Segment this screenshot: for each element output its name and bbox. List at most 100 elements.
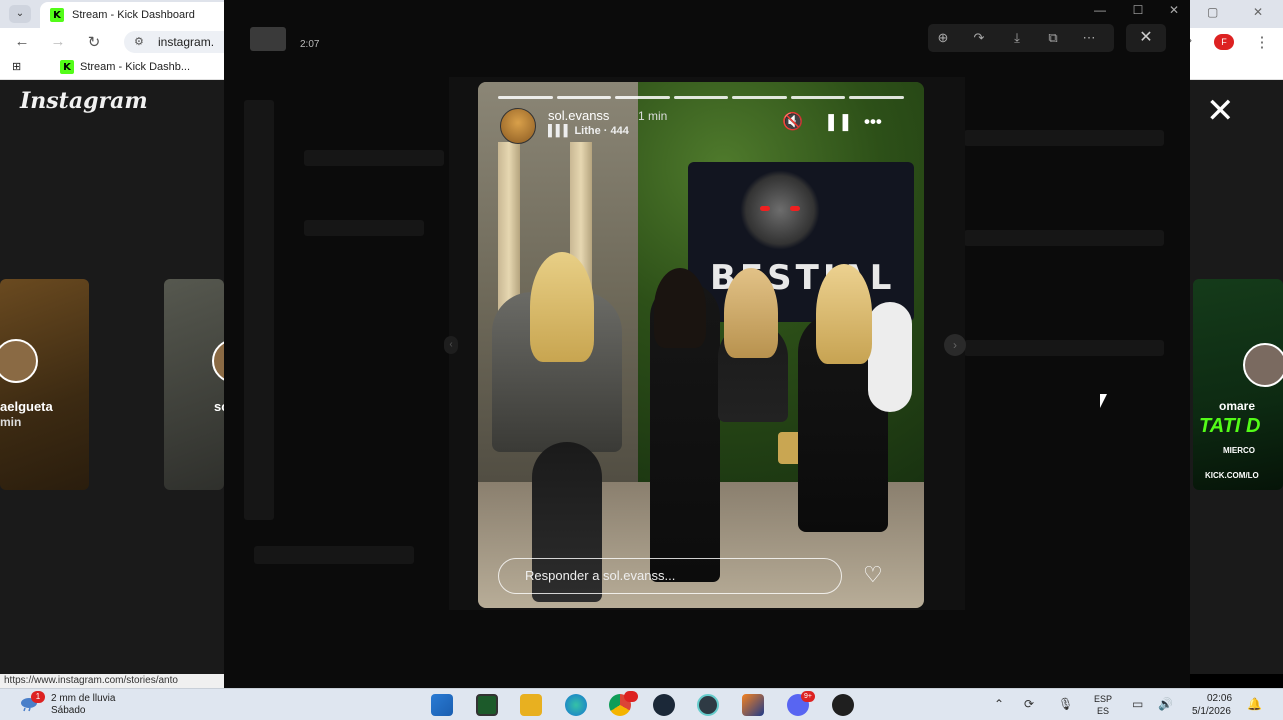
avatar bbox=[212, 339, 224, 383]
story-username[interactable]: sol.evanss bbox=[548, 108, 609, 123]
wolf-eye bbox=[760, 206, 770, 211]
story-music[interactable]: ▌▌▌ Lithe · 444 bbox=[548, 125, 629, 137]
story-card-username: so bbox=[214, 399, 224, 414]
story-progress-bar bbox=[498, 96, 905, 99]
progress-segment bbox=[498, 96, 553, 99]
app-icon[interactable] bbox=[742, 694, 764, 716]
story-card-link: KICK.COM/LO bbox=[1205, 471, 1259, 480]
story-card-username: omare bbox=[1219, 399, 1256, 413]
microphone-icon[interactable]: 🎙 bbox=[1058, 697, 1073, 711]
background-row bbox=[964, 130, 1164, 146]
viewer-titlebar: — ☐ ✕ bbox=[224, 0, 1190, 22]
story-card-subtitle: MIERCO bbox=[1223, 446, 1255, 455]
story-card-username: aelgueta bbox=[0, 399, 53, 414]
background-row bbox=[254, 546, 414, 564]
screen: ⌄ K Stream - Kick Dashboard ▢ ✕ ← → ↻ ⚙ … bbox=[0, 0, 1283, 720]
tab-search-dropdown[interactable]: ⌄ bbox=[9, 5, 31, 23]
browser-tab-kick-dashboard[interactable]: K Stream - Kick Dashboard bbox=[40, 2, 240, 28]
story-card-middle[interactable]: so bbox=[164, 279, 224, 490]
close-icon[interactable]: ✕ bbox=[1206, 94, 1235, 128]
weather-text[interactable]: 2 mm de lluvia bbox=[51, 693, 115, 704]
progress-segment bbox=[615, 96, 670, 99]
clock-time[interactable]: 02:06 bbox=[1207, 693, 1232, 704]
person-4-hair bbox=[816, 264, 872, 364]
share-icon[interactable]: ↷ bbox=[970, 30, 988, 46]
person-3-hair bbox=[724, 268, 778, 358]
story-card-time: min bbox=[0, 415, 22, 429]
clock-date: 5/1/2026 bbox=[1192, 706, 1231, 717]
person-1-hair bbox=[530, 252, 594, 362]
previous-story-icon[interactable]: ‹ bbox=[444, 336, 458, 354]
instagram-logo[interactable]: Instagram bbox=[20, 88, 148, 114]
background-row bbox=[964, 340, 1164, 356]
tray-chevron-icon[interactable]: ⌃ bbox=[994, 697, 1004, 711]
browser-restore-icon[interactable]: ▢ bbox=[1207, 5, 1218, 19]
music-bars-icon: ▌▌▌ bbox=[548, 125, 575, 137]
windows-taskbar: 1 2 mm de lluvia Sábado 9+ ⌃ ⟳ 🎙 ESP ES … bbox=[0, 688, 1283, 720]
site-info-icon[interactable]: ⚙ bbox=[134, 31, 144, 53]
viewer-thumbnail bbox=[250, 27, 286, 51]
start-windows-icon[interactable] bbox=[431, 694, 453, 716]
background-row bbox=[304, 150, 444, 166]
story-card-right[interactable]: omare TATI D MIERCO KICK.COM/LO bbox=[1193, 279, 1283, 490]
progress-segment bbox=[556, 96, 612, 99]
app-icon[interactable] bbox=[697, 694, 719, 716]
language-top[interactable]: ESP bbox=[1094, 694, 1112, 704]
person-2-hair bbox=[654, 268, 706, 348]
story-viewer[interactable]: BESTIAL sol.evanss 1 min ▌▌▌ Lithe · 444… bbox=[478, 82, 924, 608]
open-external-icon[interactable]: ⧉ bbox=[1044, 30, 1062, 46]
maximize-icon[interactable]: ☐ bbox=[1128, 3, 1148, 17]
bookmark-kick-dashboard[interactable]: K Stream - Kick Dashb... bbox=[60, 60, 190, 74]
monitor-icon[interactable]: ▭ bbox=[1132, 697, 1143, 711]
file-explorer-icon[interactable] bbox=[520, 694, 542, 716]
reload-icon[interactable]: ↻ bbox=[84, 33, 104, 51]
address-bar-url: instagram. bbox=[158, 35, 215, 49]
kick-logo-icon: K bbox=[60, 60, 74, 74]
terminal-app-icon[interactable] bbox=[476, 694, 498, 716]
avatar[interactable] bbox=[500, 108, 536, 144]
browser-close-icon[interactable]: ✕ bbox=[1253, 5, 1263, 19]
background-row bbox=[964, 230, 1164, 246]
more-options-icon[interactable]: ••• bbox=[864, 112, 882, 132]
download-icon[interactable]: ⤓ bbox=[1008, 30, 1026, 46]
like-heart-icon[interactable]: ♡ bbox=[863, 562, 883, 588]
weather-badge: 1 bbox=[31, 691, 45, 703]
avatar bbox=[0, 339, 38, 383]
language-bottom: ES bbox=[1097, 706, 1110, 716]
next-story-icon[interactable]: › bbox=[944, 334, 966, 356]
background-row bbox=[304, 220, 424, 236]
notification-bell-icon[interactable]: 🔔 bbox=[1247, 697, 1262, 711]
zoom-in-icon[interactable]: ⊕ bbox=[934, 30, 952, 46]
avatar bbox=[1243, 343, 1283, 387]
progress-segment bbox=[790, 96, 846, 99]
window-close-icon[interactable]: ✕ bbox=[1164, 3, 1184, 17]
mute-icon[interactable]: 🔇 bbox=[782, 112, 803, 132]
mouse-cursor bbox=[1100, 394, 1107, 408]
chrome-badge bbox=[624, 691, 638, 702]
minimize-icon[interactable]: — bbox=[1090, 3, 1110, 17]
weather-day: Sábado bbox=[51, 705, 86, 716]
app-icon[interactable] bbox=[832, 694, 854, 716]
bookmark-label: Stream - Kick Dashb... bbox=[80, 61, 191, 73]
steam-app-icon[interactable] bbox=[653, 694, 675, 716]
status-url-bar: https://www.instagram.com/stories/anto bbox=[0, 674, 226, 688]
pause-icon[interactable]: ❚❚ bbox=[824, 112, 853, 132]
viewer-close-button[interactable]: ✕ bbox=[1126, 24, 1166, 52]
more-icon[interactable]: ⋯ bbox=[1080, 30, 1098, 46]
tab-title: Stream - Kick Dashboard bbox=[72, 9, 195, 21]
edge-browser-icon[interactable] bbox=[565, 694, 587, 716]
forward-arrow-icon[interactable]: → bbox=[48, 33, 68, 50]
story-card-left[interactable]: aelgueta min bbox=[0, 279, 89, 490]
volume-icon[interactable]: 🔊 bbox=[1158, 697, 1173, 711]
apps-grid-icon[interactable]: ⊞ bbox=[12, 60, 21, 73]
viewer-time: 2:07 bbox=[300, 39, 320, 50]
viewer-toolbar: ⊕ ↷ ⤓ ⧉ ⋯ bbox=[928, 24, 1114, 52]
sync-icon[interactable]: ⟳ bbox=[1024, 697, 1034, 711]
browser-menu-icon[interactable]: ⋮ bbox=[1252, 33, 1272, 51]
discord-badge: 9+ bbox=[801, 691, 815, 702]
story-music-label: Lithe · 444 bbox=[574, 125, 629, 137]
reply-input[interactable]: Responder a sol.evanss... bbox=[498, 558, 842, 594]
back-arrow-icon[interactable]: ← bbox=[12, 33, 32, 50]
wolf-head-logo bbox=[740, 170, 820, 250]
profile-avatar[interactable]: F bbox=[1214, 34, 1234, 50]
